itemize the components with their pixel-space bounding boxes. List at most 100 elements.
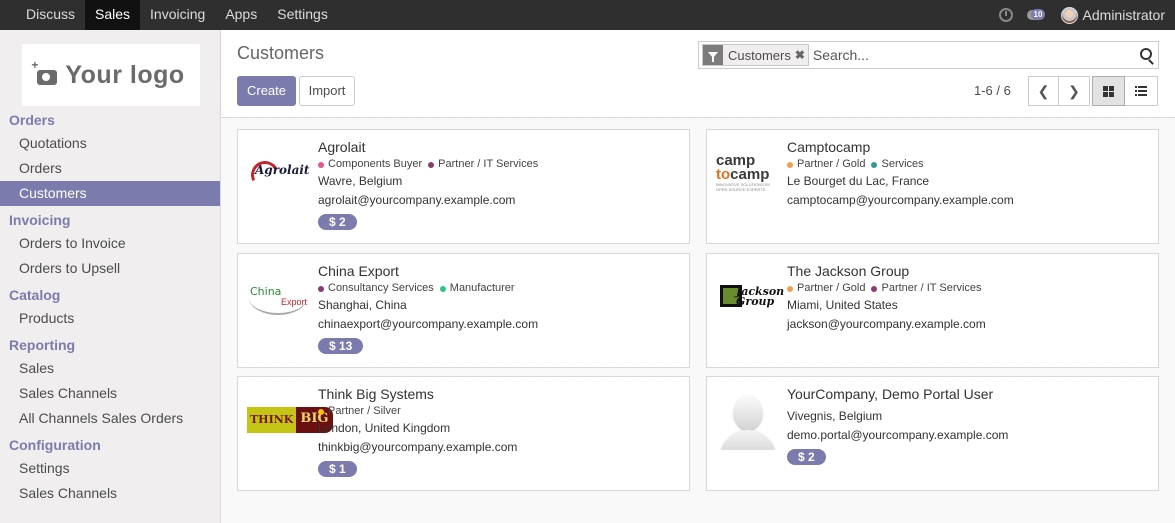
sales-count-badge[interactable]: $ 2 [318,214,357,230]
tag: Services [871,157,924,172]
customer-email: jackson@yourcompany.example.com [787,317,986,331]
app-menu: Discuss Sales Invoicing Apps Settings [16,0,338,30]
sidebar-section-configuration[interactable]: Configuration [0,434,220,456]
search-input[interactable] [812,47,1133,63]
customer-location: Vivegnis, Belgium [787,409,883,423]
view-switcher [1092,76,1158,106]
sidebar-item-customers[interactable]: Customers [0,181,220,206]
customer-name: The Jackson Group [787,263,910,279]
tag-list: Partner / Silver [318,404,517,419]
kanban-view-button[interactable] [1092,76,1125,106]
company-logo[interactable]: Your logo [22,44,200,106]
list-view-button[interactable] [1125,76,1158,106]
tag-label: Services [881,158,924,170]
menu-item-settings[interactable]: Settings [267,0,338,30]
sidebar-item-sales-channels[interactable]: Sales Channels [0,481,220,506]
sidebar-section-reporting[interactable]: Reporting [0,334,220,356]
activity-clock-icon[interactable] [998,8,1013,22]
agrolait-logo-text: Agrolait [255,163,310,177]
import-button[interactable]: Import [299,76,355,106]
customer-card[interactable]: THINK BIG Think Big Systems Partner / Silve… [237,376,690,491]
tag-color-dot [318,408,324,415]
tag-list: Partner / Gold Partner / IT Services [787,281,986,296]
sidebar-section-orders[interactable]: Orders [0,109,220,131]
tag-color-dot [871,285,878,292]
sidebar-section-invoicing[interactable]: Invoicing [0,209,220,231]
search-facet: Customers ✖ [702,44,809,66]
top-navbar: Discuss Sales Invoicing Apps Settings 10 Adm… [0,0,1175,30]
sidebar-item-settings[interactable]: Settings [0,456,220,481]
next-page-button[interactable]: ❯ [1059,76,1090,106]
sidebar-section-catalog[interactable]: Catalog [0,284,220,306]
sidebar-item-all-channels-sales-orders[interactable]: All Channels Sales Orders [0,406,220,431]
sales-count-badge[interactable]: $ 13 [318,338,364,354]
previous-page-button[interactable]: ❮ [1028,76,1059,106]
customer-card[interactable]: YourCompany, Demo Portal User Vivegnis, B… [706,376,1159,491]
camp-logo-subtitle: INNOVATIVE SOLUTIONS BY OPEN SOURCE EXPE… [716,182,771,192]
user-menu[interactable]: Administrator [1060,6,1165,24]
tag: Partner / Silver [318,404,401,419]
tag: Manufacturer [439,281,515,296]
customer-card[interactable]: Jackson Group The Jackson Group Partner / … [706,253,1159,368]
sidebar-item-quotations[interactable]: Quotations [0,131,220,156]
customer-card[interactable]: Agrolait Agrolait Components Buyer Partner … [237,129,690,244]
customer-location: Wavre, Belgium [318,174,403,188]
card-body: YourCompany, Demo Portal User Vivegnis, B… [787,385,1008,465]
think-big-logo: THINK BIG [246,387,333,453]
pager-value[interactable]: 1-6 / 6 [974,83,1011,98]
sidebar-item-products[interactable]: Products [0,306,220,331]
control-panel: Customers Create Import Customers ✖ 1-6 … [221,30,1175,118]
search-icon[interactable] [1140,48,1152,60]
sidebar-item-orders-to-upsell[interactable]: Orders to Upsell [0,256,220,281]
tag-label: Manufacturer [449,282,515,294]
logo-text: Your logo [65,60,185,89]
filter-icon [703,45,723,65]
card-body: The Jackson Group Partner / Gold Partner /… [787,262,986,334]
card-body: China Export Consultancy Services Manufact… [318,262,538,354]
chevron-left-icon: ❮ [1037,82,1050,99]
sidebar-item-sales-channels[interactable]: Sales Channels [0,381,220,406]
tag-color-dot [428,161,435,168]
tag-label: Components Buyer [328,158,423,170]
tag-label: Partner / Gold [797,158,866,170]
jackson-logo-text: Jackson Group [736,285,785,308]
tag-color-dot [439,285,446,292]
create-button[interactable]: Create [237,76,296,106]
avatar [1060,6,1078,24]
menu-item-sales[interactable]: Sales [85,0,141,30]
menu-item-apps[interactable]: Apps [215,0,267,30]
card-body: Camptocamp Partner / Gold Services Le Bourg… [787,138,1014,210]
customer-email: camptocamp@yourcompany.example.com [787,193,1014,207]
customer-card[interactable]: camp tocamp INNOVATIVE SOLUTIONS BY OPEN S… [706,129,1159,244]
customer-email: chinaexport@yourcompany.example.com [318,317,539,331]
customer-email: thinkbig@yourcompany.example.com [318,440,518,454]
jackson-group-logo: Jackson Group [715,264,785,330]
tag-label: Partner / IT Services [438,158,539,170]
tag-color-dot [787,285,793,292]
menu-item-discuss[interactable]: Discuss [16,0,85,30]
messaging-icon[interactable]: 10 [1026,8,1047,22]
card-body: Agrolait Components Buyer Partner / IT Ser… [318,138,538,230]
sidebar-item-orders-to-invoice[interactable]: Orders to Invoice [0,231,220,256]
export-logo-text: Export [281,297,308,307]
sidebar-item-sales[interactable]: Sales [0,356,220,381]
customer-name: China Export [318,263,399,279]
customer-card[interactable]: China Export China Export Consultancy Servi… [237,253,690,368]
person-placeholder-icon [715,387,781,453]
camera-icon [31,58,58,85]
tag: Partner / IT Services [428,157,538,172]
customer-location: Miami, United States [787,298,898,312]
to-logo-text: to [716,166,731,183]
sidebar-item-orders[interactable]: Orders [0,156,220,181]
tag: Components Buyer [318,157,422,172]
sales-count-badge[interactable]: $ 1 [318,461,357,477]
china-export-logo: China Export [246,264,312,330]
sales-count-badge[interactable]: $ 2 [787,449,826,465]
china-logo-text: China [250,285,282,298]
menu-item-invoicing[interactable]: Invoicing [140,0,215,30]
facet-label: Customers [728,47,791,63]
tag-list: Consultancy Services Manufacturer [318,281,538,296]
systray: 10 Administrator [998,0,1165,30]
remove-facet-icon[interactable]: ✖ [795,48,808,62]
tag-label: Partner / IT Services [881,282,982,294]
